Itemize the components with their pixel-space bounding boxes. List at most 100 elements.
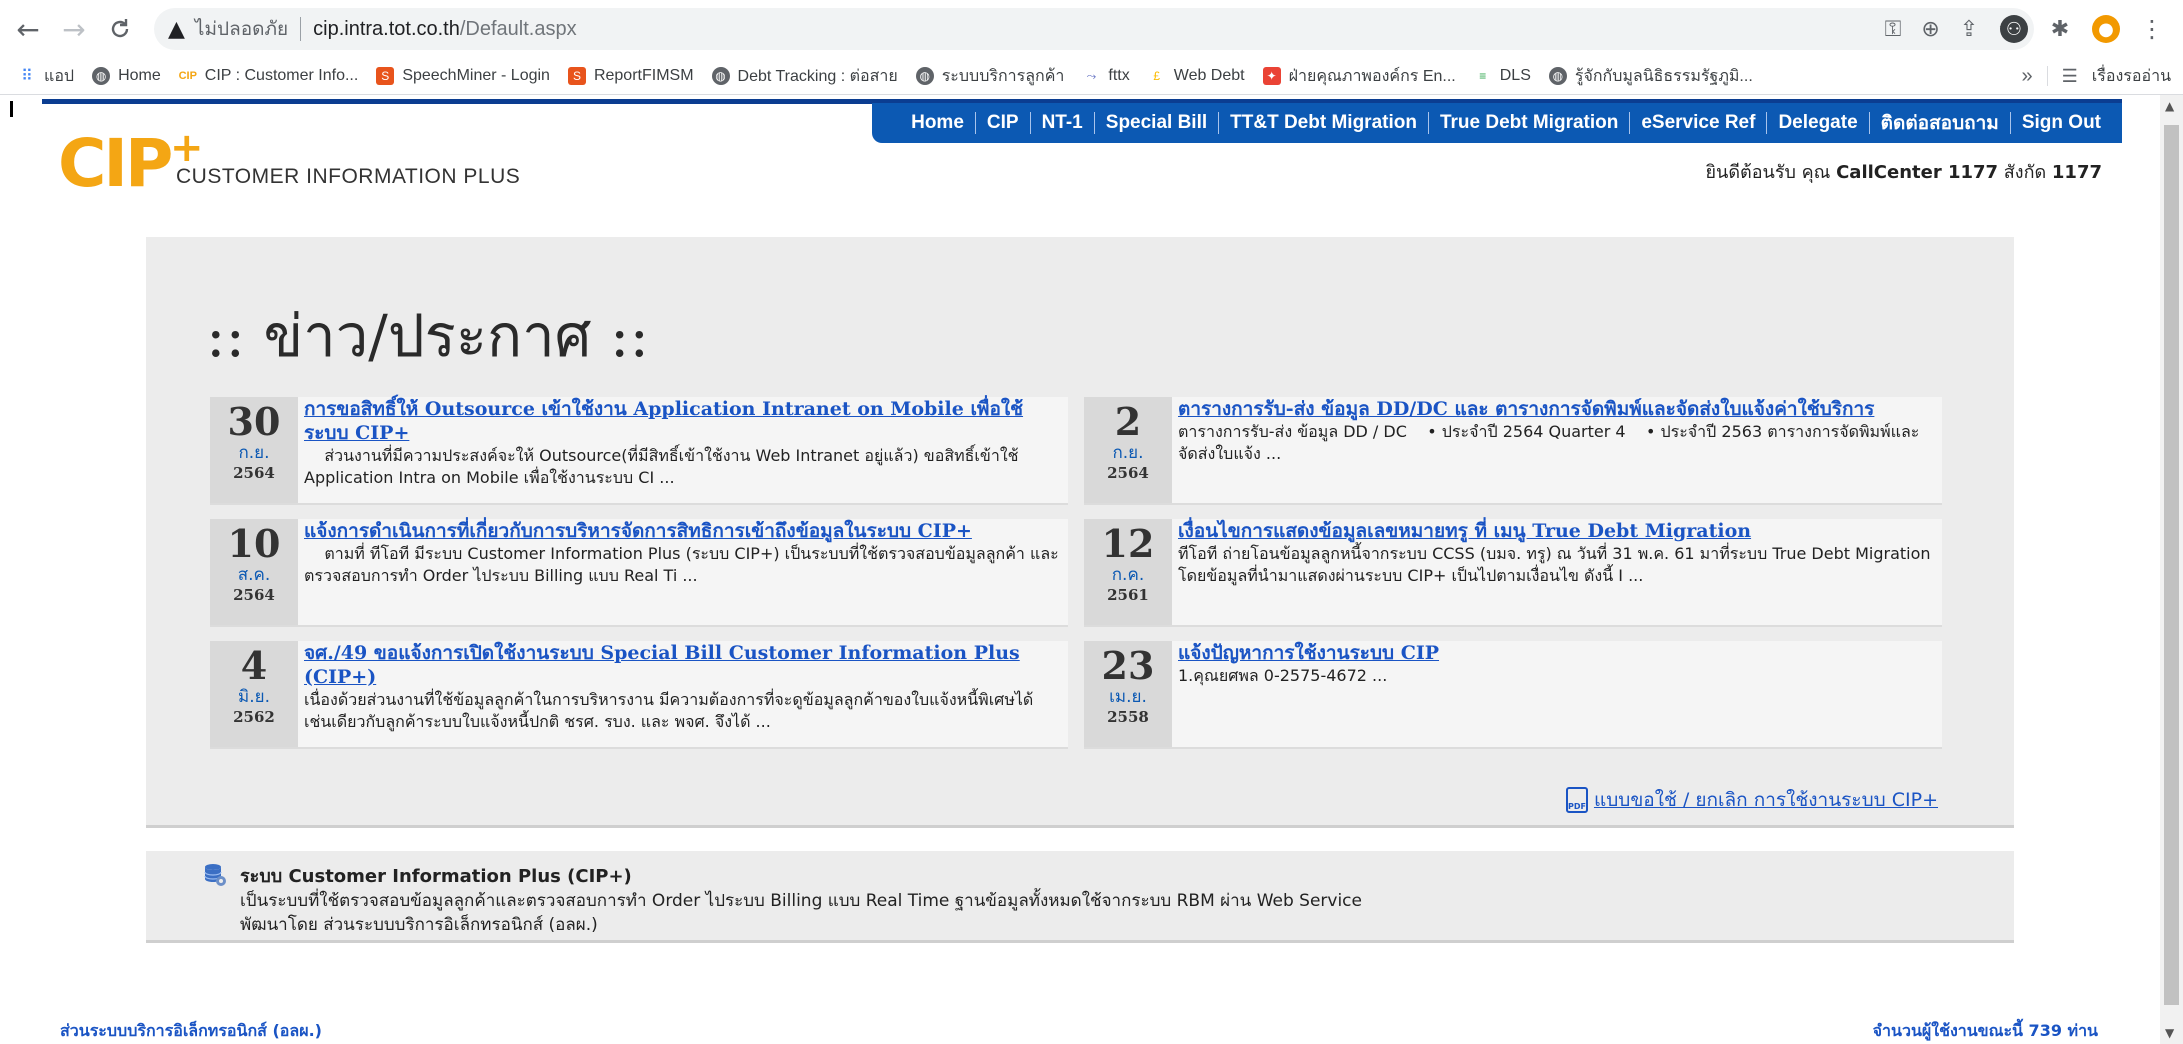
bookmarks-bar: ⠿ แอป ◍ Home CIP CIP : Customer Info... … [0,58,2183,95]
database-icon [204,864,226,886]
nav-special-bill[interactable]: Special Bill [1095,112,1218,134]
welcome-prefix: ยินดีต้อนรับ คุณ [1705,162,1837,183]
menu-kebab-icon[interactable]: ⋮ [2138,15,2166,43]
key-icon[interactable]: ⚿ [1885,17,1902,42]
nav-true-debt-migration[interactable]: True Debt Migration [1429,112,1629,134]
news-body: เงื่อนไขการแสดงข้อมูลเลขหมายทรู ที่ เมนู… [1178,519,1934,587]
more-bookmarks-icon[interactable]: » [2022,65,2033,88]
forward-icon[interactable]: → [56,11,92,47]
text-cursor [10,101,13,117]
news-year: 2558 [1107,708,1149,726]
nav-home[interactable]: Home [900,112,975,134]
request-form-label[interactable]: แบบขอใช้ / ยกเลิก การใช้งานระบบ CIP+ [1594,785,1938,815]
bookmarks-divider [2046,66,2048,86]
news-year: 2561 [1107,586,1149,604]
scrollbar-thumb[interactable] [2164,125,2179,1005]
news-title-link[interactable]: ตารางการรับ-ส่ง ข้อมูล DD/DC และ ตารางกา… [1178,397,1934,421]
bookmark-debt-tracking[interactable]: ◍ Debt Tracking : ต่อสาย [711,64,898,89]
bookmark-speechminer[interactable]: S SpeechMiner - Login [376,67,550,85]
nav-cip[interactable]: CIP [976,112,1030,134]
pdf-file-icon: PDF [1565,787,1588,813]
news-body: แจ้งปัญหาการใช้งานระบบ CIP 1.คุณยศพล 0-2… [1178,641,1934,687]
bookmark-foundation[interactable]: ◍ รู้จักกับมูลนิธิธรรมรัฐภูมิ... [1548,64,1753,89]
fttx-favicon: ⤳ [1082,67,1101,85]
nav-nt1[interactable]: NT-1 [1031,112,1094,134]
bookmark-customer-service[interactable]: ◍ ระบบบริการลูกค้า [915,64,1065,89]
not-secure-label[interactable]: ไม่ปลอดภัย [195,14,288,44]
bookmark-label: ฝ่ายคุณภาพองค์กร En... [1288,67,1456,85]
reload-icon[interactable] [102,11,138,47]
news-title-link[interactable]: จศ./49 ขอแจ้งการเปิดใช้งานระบบ Special B… [304,641,1060,689]
request-form-link[interactable]: PDF แบบขอใช้ / ยกเลิก การใช้งานระบบ CIP+ [1565,785,1938,815]
bookmark-label: Debt Tracking : ต่อสาย [737,67,898,85]
news-date: 10 ส.ค. 2564 [210,519,298,625]
main-nav: Home CIP NT-1 Special Bill TT&T Debt Mig… [872,103,2122,143]
globe-icon: ◍ [92,67,111,85]
news-body: การขอสิทธิ์ให้ Outsource เข้าใช้งาน Appl… [304,397,1060,489]
cip-favicon: CIP [179,67,197,85]
news-day: 10 [227,521,281,566]
omnibox-divider [300,17,302,41]
not-secure-warning-icon[interactable]: ▲ [168,17,185,42]
news-year: 2562 [233,708,275,726]
news-date: 12 ก.ค. 2561 [1084,519,1172,625]
news-item: 23 เม.ย. 2558 แจ้งปัญหาการใช้งานระบบ CIP… [1084,641,1942,749]
logo-text: CIP [58,125,173,202]
news-body: แจ้งการดำเนินการที่เกี่ยวกับการบริหารจัด… [304,519,1060,587]
news-heading: :: ข่าว/ประกาศ :: [206,302,649,370]
news-month: ก.ค. [1111,565,1145,585]
nav-delegate[interactable]: Delegate [1767,112,1868,134]
news-summary: ส่วนงานที่มีความประสงค์จะให้ Outsource(ท… [304,446,1024,487]
quality-favicon: ✦ [1262,67,1281,85]
news-title-link[interactable]: แจ้งการดำเนินการที่เกี่ยวกับการบริหารจัด… [304,519,1060,543]
news-month: เม.ย. [1109,687,1147,707]
bookmark-dls[interactable]: ≡ DLS [1473,67,1531,85]
nav-eservice-ref[interactable]: eService Ref [1630,112,1766,134]
bookmark-label: SpeechMiner - Login [402,67,550,84]
zoom-icon[interactable]: ⊕ [1921,17,1939,42]
bookmark-label: ReportFIMSM [593,67,694,84]
report-favicon: S [567,67,586,85]
news-title-link[interactable]: แจ้งปัญหาการใช้งานระบบ CIP [1178,641,1934,665]
scroll-up-icon[interactable]: ▲ [2165,99,2174,113]
news-month: ก.ย. [1112,443,1144,463]
news-title-link[interactable]: เงื่อนไขการแสดงข้อมูลเลขหมายทรู ที่ เมนู… [1178,519,1934,543]
nav-sign-out[interactable]: Sign Out [2011,112,2112,134]
page-scrollbar[interactable]: ▲ ▼ [2160,95,2183,1044]
footer-department: ส่วนระบบบริการอิเล็กทรอนิกส์ (อลผ.) [60,1021,322,1040]
news-date: 4 มิ.ย. 2562 [210,641,298,747]
url-path: /Default.aspx [459,17,577,40]
nav-contact[interactable]: ติดต่อสอบถาม [1870,108,2010,138]
welcome-mid: สังกัด [1998,162,2052,183]
bookmark-fttx[interactable]: ⤳ fttx [1082,67,1130,85]
reading-list-label[interactable]: เรื่องรออ่าน [2092,64,2171,89]
news-date: 23 เม.ย. 2558 [1084,641,1172,747]
bookmark-label: ระบบบริการลูกค้า [941,67,1065,85]
bookmark-web-debt[interactable]: £ Web Debt [1147,67,1245,85]
system-info-developer: พัฒนาโดย ส่วนระบบบริการอิเล็กทรอนิกส์ (อ… [240,915,598,935]
news-day: 30 [227,399,281,444]
share-icon[interactable]: ⇪ [1960,17,1978,42]
omnibox-actions: ⚿ ⊕ ⇪ ☆ [1885,8,2018,50]
puzzle-icon[interactable]: ✱ [2046,15,2074,43]
news-title-link[interactable]: การขอสิทธิ์ให้ Outsource เข้าใช้งาน Appl… [304,397,1060,445]
reading-list-icon[interactable]: ☰ [2062,66,2078,87]
address-bar[interactable]: ▲ ไม่ปลอดภัย cip.intra.tot.co.th/Default… [154,8,2034,50]
news-item: 10 ส.ค. 2564 แจ้งการดำเนินการที่เกี่ยวกั… [210,519,1068,627]
extensions-area: ⚇ ✱ ● ⋮ [2000,10,2166,48]
bookmark-apps[interactable]: ⠿ แอป [18,64,74,89]
bookmark-home[interactable]: ◍ Home [92,67,161,85]
news-item: 2 ก.ย. 2564 ตารางการรับ-ส่ง ข้อมูล DD/DC… [1084,397,1942,505]
nav-ttt-debt-migration[interactable]: TT&T Debt Migration [1219,112,1428,134]
dls-favicon: ≡ [1473,67,1492,85]
bookmark-reportfimsm[interactable]: S ReportFIMSM [567,67,694,85]
news-item: 30 ก.ย. 2564 การขอสิทธิ์ให้ Outsource เข… [210,397,1068,505]
bookmark-quality[interactable]: ✦ ฝ่ายคุณภาพองค์กร En... [1262,64,1456,89]
scroll-down-icon[interactable]: ▼ [2165,1026,2174,1040]
back-icon[interactable]: ← [10,11,46,47]
logo-subtitle: CUSTOMER INFORMATION PLUS [176,165,521,188]
extension-icon[interactable]: ⚇ [2000,15,2028,43]
news-year: 2564 [1107,464,1149,482]
bookmark-cip[interactable]: CIP CIP : Customer Info... [179,67,358,85]
profile-avatar[interactable]: ● [2092,15,2120,43]
